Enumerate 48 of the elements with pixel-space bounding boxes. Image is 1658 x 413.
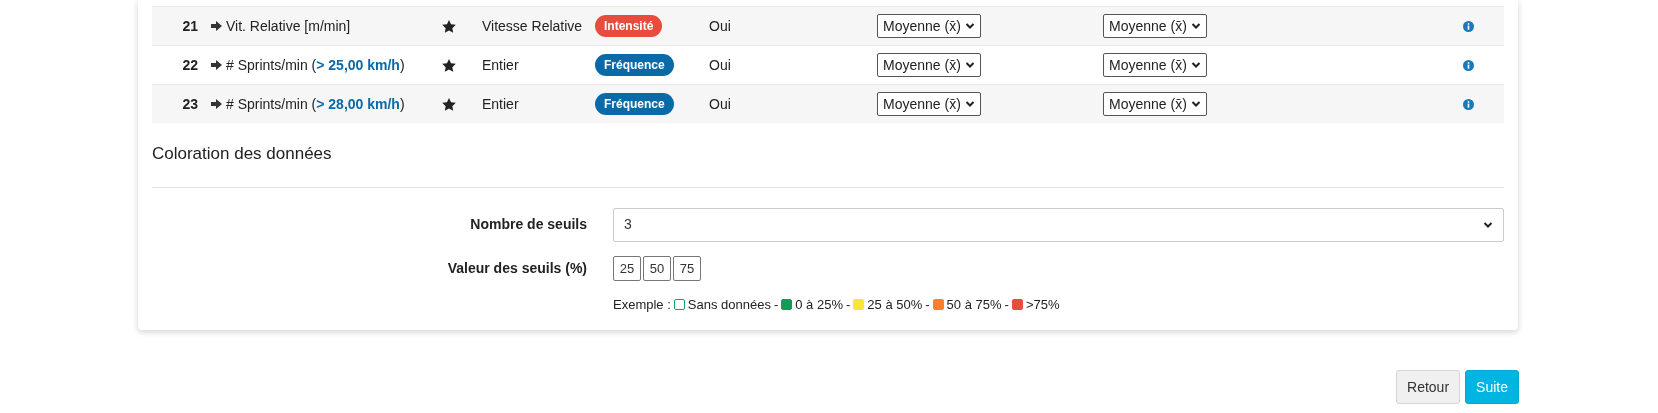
legend-text: 50 à 75% [946,295,1002,314]
chevron-icon [1190,21,1201,31]
threshold-input[interactable]: 75 [673,255,701,281]
info-icon[interactable] [1463,98,1474,110]
dropdown[interactable]: Moyenne (x̄) [877,14,981,38]
separator-dash: - [773,295,779,314]
table-cell-text: Oui [709,94,732,114]
category-badge: Intensité [595,15,663,37]
category-badge: Fréquence [595,54,674,76]
table-cell-text: Oui [709,16,732,36]
chevron-icon [964,99,975,109]
metric-name: # Sprints/min (> 25,00 km/h) [226,55,406,75]
type-text: Vitesse Relative [482,16,584,36]
dropdown[interactable]: Moyenne (x̄) [1103,14,1207,38]
legend-text: 0 à 25% [795,295,843,314]
field-label: Valeur des seuils (%) [446,258,587,278]
row-number: 21 [181,16,198,36]
threshold-count-select[interactable]: 3 [613,207,1504,242]
dropdown[interactable]: Moyenne (x̄) [1103,92,1207,116]
type-text: Entier [482,55,520,75]
category-badge: Fréquence [595,93,674,115]
dropdown[interactable]: Moyenne (x̄) [877,53,981,77]
row-number: 22 [181,55,198,75]
legend-text: Sans données [687,295,771,314]
separator-dash: - [1004,295,1009,314]
example-label: Exemple : [613,295,671,314]
separator-dash: - [846,295,851,314]
chevron-icon [964,21,975,31]
chevron-icon [1190,60,1201,70]
field-label: Nombre de seuils [469,215,587,234]
info-icon[interactable] [1463,20,1474,32]
section-title: Coloration des données [152,143,333,165]
dropdown[interactable]: Moyenne (x̄) [877,92,981,116]
dropdown[interactable]: Moyenne (x̄) [1103,53,1207,77]
type-text: Entier [482,94,520,114]
back-button[interactable]: Retour [1396,370,1461,404]
legend-text: 25 à 50% [867,295,923,314]
threshold-input[interactable]: 50 [643,255,671,281]
threshold-input[interactable]: 25 [613,255,641,281]
info-icon[interactable] [1463,59,1474,71]
metric-name: # Sprints/min (> 28,00 km/h) [226,94,406,114]
chevron-icon [1190,99,1201,109]
legend-text: >75% [1025,295,1060,314]
separator-dash: - [925,295,930,314]
table-cell-text: Oui [709,55,732,75]
chevron-icon [964,60,975,70]
metric-name: Vit. Relative [m/min] [226,16,352,36]
row-number: 23 [181,94,198,114]
